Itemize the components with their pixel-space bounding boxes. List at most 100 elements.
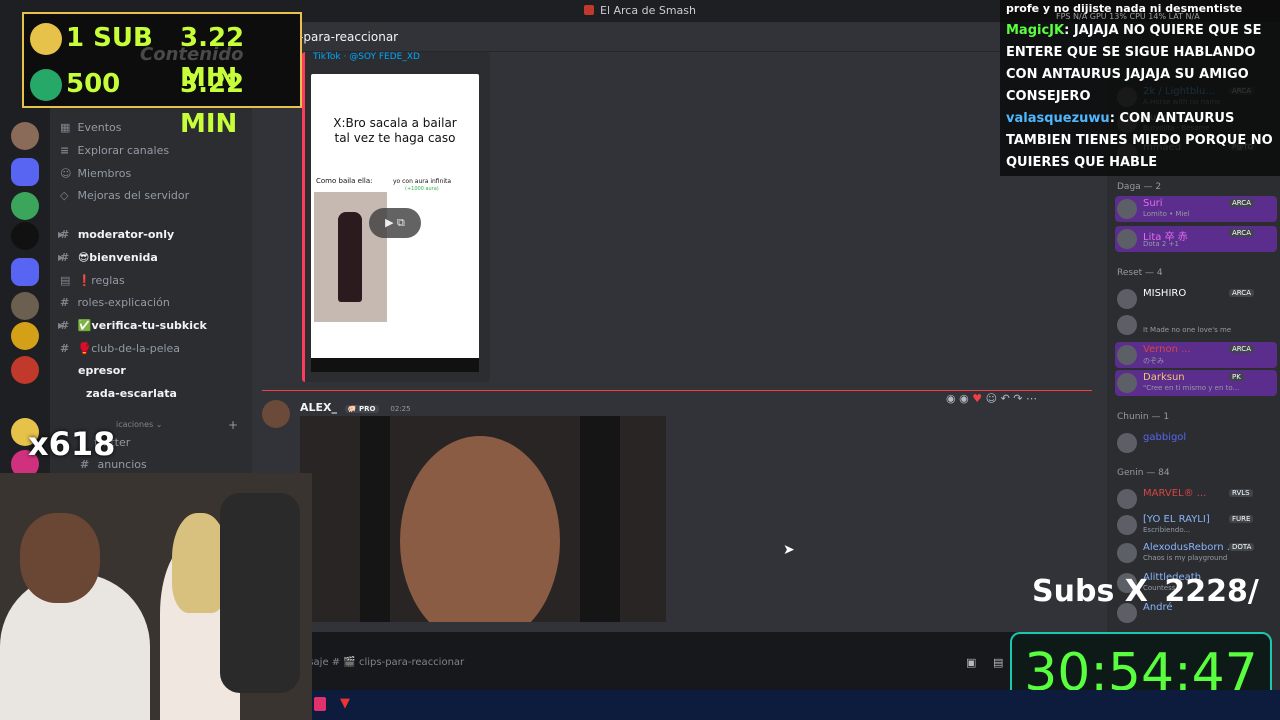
reply-icon[interactable]: ↶ bbox=[1001, 392, 1010, 405]
reaction-icon[interactable]: ◉ bbox=[946, 392, 956, 405]
member-item[interactable]: Darksun PK "Cree en ti mismo y en to... bbox=[1115, 370, 1277, 396]
member-name: Suri bbox=[1143, 198, 1163, 209]
channel-item-escarlata[interactable]: zada-escarlata bbox=[86, 385, 177, 403]
reaction-icon[interactable]: ◉ bbox=[959, 392, 969, 405]
member-status: Dota 2 +1 bbox=[1143, 240, 1179, 248]
subs-count: 2228/ bbox=[1164, 574, 1259, 609]
channel-label: roles-explicación bbox=[77, 296, 170, 309]
message-input-placeholder: nsaje # 🎬 clips-para-reaccionar bbox=[302, 657, 465, 668]
alert-watermark: Contenido bbox=[140, 44, 244, 65]
server-icon[interactable] bbox=[11, 258, 39, 286]
browse-icon: ≡ bbox=[60, 144, 70, 157]
chat-line: valasquezuwu: CON ANTAURUS TAMBIEN TIENE… bbox=[1006, 108, 1274, 174]
message-toolbar: ◉ ◉ ♥ ☺ ↶ ↷ ⋯ bbox=[946, 392, 1086, 406]
channel-item-roles[interactable]: # roles-explicación bbox=[60, 294, 170, 312]
member-status: "Cree en ti mismo y en to... bbox=[1143, 384, 1240, 392]
taskbar-app-icon[interactable] bbox=[314, 697, 326, 711]
message-input[interactable]: nsaje # 🎬 clips-para-reaccionar bbox=[302, 652, 1012, 674]
mouse-cursor-icon: ➤ bbox=[783, 542, 795, 558]
member-name: [YO EL RAYLI] bbox=[1143, 514, 1210, 525]
member-item[interactable]: Vernon ... ARCA のぞみ bbox=[1115, 342, 1277, 368]
heart-icon[interactable]: ♥ bbox=[972, 392, 982, 405]
avatar bbox=[1117, 489, 1137, 509]
gif-icon[interactable]: ▤ bbox=[993, 656, 1003, 669]
channel-item-verifica[interactable]: ▶ # ✅verifica-tu-subkick bbox=[58, 317, 207, 335]
forward-icon[interactable]: ↷ bbox=[1013, 392, 1022, 405]
stream-chat-overlay: profe y no dijiste nada ni desmentiste F… bbox=[1000, 0, 1280, 176]
channel-header: # clips-para-reaccionar bbox=[252, 22, 1107, 52]
channel-label: Mejoras del servidor bbox=[77, 189, 190, 202]
tiktok-preview[interactable]: X:Bro sacala a bailar tal vez te haga ca… bbox=[311, 74, 479, 372]
server-icon[interactable] bbox=[11, 292, 39, 320]
channel-item-epresor[interactable]: epresor bbox=[78, 362, 126, 380]
member-item[interactable]: MISHIRO ARCA bbox=[1115, 286, 1277, 312]
server-icon[interactable] bbox=[11, 122, 39, 150]
server-icon[interactable] bbox=[11, 192, 39, 220]
avatar bbox=[1117, 433, 1137, 453]
tiktok-right-label: yo con aura infinita bbox=[393, 178, 452, 185]
subs-label: Subs X bbox=[1032, 574, 1148, 609]
rules-icon: ▤ bbox=[60, 274, 71, 287]
member-status: のぞみ bbox=[1143, 357, 1164, 365]
server-icon[interactable] bbox=[11, 158, 39, 186]
channel-item-eventos[interactable]: ▦ Eventos bbox=[60, 119, 121, 137]
avatar[interactable] bbox=[262, 400, 290, 428]
channel-label: ❗reglas bbox=[77, 274, 125, 287]
channel-item-club[interactable]: # 🥊club-de-la-pelea bbox=[60, 340, 180, 358]
member-group-header: Genin — 84 bbox=[1117, 468, 1170, 478]
avatar bbox=[1117, 229, 1137, 249]
member-group-header: Chunin — 1 bbox=[1117, 412, 1170, 422]
channel-item-moderator-only[interactable]: ▶ # moderator-only bbox=[58, 226, 174, 244]
member-tag: ARCA bbox=[1229, 289, 1254, 297]
subs-counter: Subs X 2228/ bbox=[1032, 574, 1259, 609]
embed-author-link[interactable]: TikTok · @SOY FEDE_XD bbox=[313, 52, 420, 62]
role-badge: 🐖 PRO bbox=[344, 405, 379, 413]
member-name: MARVEL® ... bbox=[1143, 488, 1207, 499]
gift-icon[interactable]: ▣ bbox=[966, 656, 976, 669]
alert-row: 500 3.22 MIN bbox=[30, 64, 296, 139]
member-item[interactable]: Suri ARCA Lomito • Miel bbox=[1115, 196, 1277, 222]
members-icon: ☺ bbox=[60, 167, 72, 180]
role-badge-label: PRO bbox=[359, 405, 376, 413]
message-header: ALEX_ 🐖 PRO 02:25 bbox=[300, 401, 411, 414]
kick-logo-icon bbox=[30, 68, 62, 101]
channel-item-bienvenida[interactable]: ▶ # 😎bienvenida bbox=[58, 249, 158, 267]
video-footer bbox=[311, 358, 479, 372]
member-item[interactable]: It Made no one love's me bbox=[1115, 312, 1277, 338]
member-group-header: Reset — 4 bbox=[1117, 268, 1163, 278]
alert-time: 3.22 MIN bbox=[180, 69, 245, 139]
message-author[interactable]: ALEX_ bbox=[300, 401, 337, 414]
member-item[interactable]: [YO EL RAYLI] FURE Escribiendo... bbox=[1115, 512, 1277, 538]
avatar bbox=[1117, 315, 1137, 335]
calendar-icon: ▦ bbox=[60, 121, 71, 134]
member-item[interactable]: AlexodusReborn ... DOTA Chaos is my playgr… bbox=[1115, 540, 1277, 566]
chevron-right-icon: ▶ bbox=[58, 230, 65, 239]
avatar bbox=[1117, 199, 1137, 219]
channel-item-explorar[interactable]: ≡ Explorar canales bbox=[60, 142, 169, 160]
star-icon bbox=[30, 22, 62, 55]
server-icon[interactable] bbox=[11, 322, 39, 350]
channel-label: ✅verifica-tu-subkick bbox=[77, 319, 207, 332]
add-channel-icon[interactable]: + bbox=[228, 416, 238, 434]
alert-count: 500 bbox=[66, 69, 121, 99]
member-item[interactable]: MARVEL® ... RVLS bbox=[1115, 486, 1277, 512]
server-icon[interactable] bbox=[11, 222, 39, 250]
emoji-icon[interactable]: ☺ bbox=[986, 392, 997, 405]
member-tag: ARCA bbox=[1229, 345, 1254, 353]
category-notificaciones[interactable]: icaciones ⌄ bbox=[116, 416, 162, 434]
member-tag: FURE bbox=[1229, 515, 1254, 523]
channel-item-reglas[interactable]: ▤ ❗reglas bbox=[60, 272, 125, 290]
member-item[interactable]: gabbigol bbox=[1115, 430, 1277, 456]
channel-item-mejoras[interactable]: ◇ Mejoras del servidor bbox=[60, 187, 189, 205]
taskbar-app-icon[interactable]: ▼ bbox=[340, 696, 350, 711]
video-attachment[interactable] bbox=[300, 416, 666, 622]
play-icon[interactable]: ▶ ⧉ bbox=[369, 208, 421, 238]
new-messages-divider bbox=[262, 390, 1092, 391]
chat-line: MagicJK: JAJAJA NO QUIERE QUE SE ENTERE … bbox=[1006, 20, 1274, 108]
channel-item-miembros[interactable]: ☺ Miembros bbox=[60, 165, 131, 183]
member-status: It Made no one love's me bbox=[1143, 326, 1232, 334]
more-icon[interactable]: ⋯ bbox=[1026, 392, 1037, 405]
member-item[interactable]: Lita 卒 赤 ARCA Dota 2 +1 bbox=[1115, 226, 1277, 252]
server-icon[interactable] bbox=[11, 356, 39, 384]
tiktok-left-label: Como baila ella: bbox=[316, 177, 373, 185]
